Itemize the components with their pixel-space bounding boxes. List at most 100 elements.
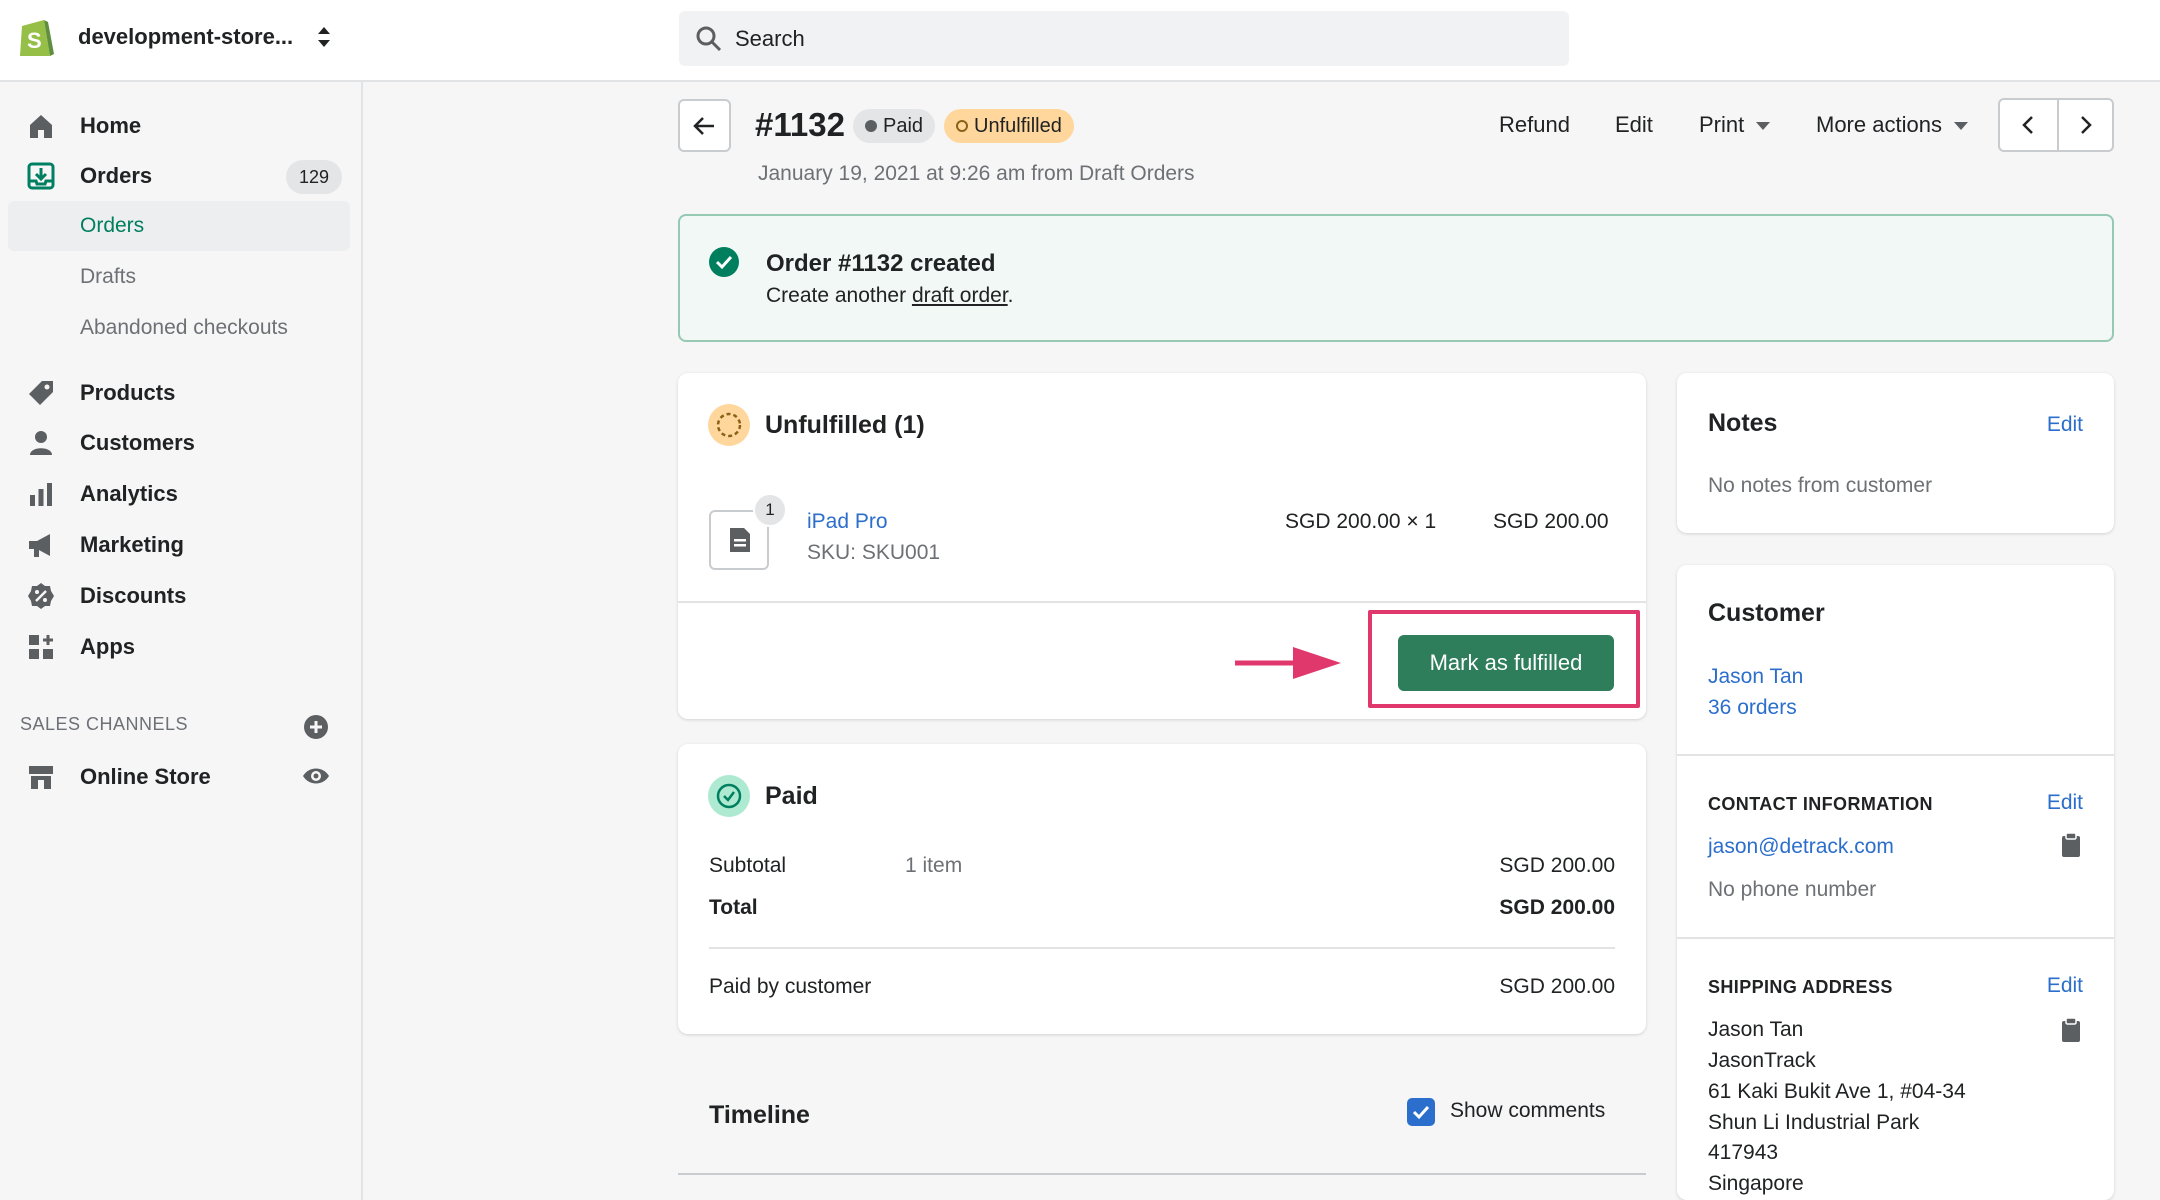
document-icon (730, 528, 750, 552)
store-icon (29, 766, 53, 789)
sidebar-item-customers[interactable]: Customers (0, 420, 363, 464)
customer-title: Customer (1708, 599, 1825, 627)
person-icon (30, 431, 52, 455)
address-line: 61 Kaki Bukit Ave 1, #04-34 (1708, 1080, 1966, 1103)
sidebar-item-analytics[interactable]: Analytics (0, 471, 363, 515)
customer-name-link[interactable]: Jason Tan (1708, 665, 1803, 689)
notes-edit-link[interactable]: Edit (2047, 413, 2083, 437)
show-comments-checkbox[interactable] (1407, 1098, 1435, 1126)
apps-icon (29, 635, 53, 659)
more-actions-dropdown[interactable]: More actions (1816, 112, 1968, 138)
unfulfilled-card: Unfulfilled (1) 1 iPad Pro SKU: SKU001 S… (678, 373, 1646, 719)
sidebar-item-label: Online Store (80, 764, 211, 789)
search-bar[interactable]: Search (679, 11, 1569, 66)
paid-dot-icon (865, 120, 877, 132)
card-divider (1677, 754, 2114, 756)
paid-card: Paid Subtotal 1 item SGD 200.00 Total SG… (678, 744, 1646, 1034)
unfulfilled-title: Unfulfilled (1) (765, 411, 925, 439)
view-online-store-eye-icon[interactable] (301, 763, 331, 789)
refund-button[interactable]: Refund (1499, 112, 1570, 138)
sidebar-item-label: Discounts (80, 583, 187, 608)
subtotal-label: Subtotal (709, 854, 787, 877)
paid-badge-label: Paid (883, 115, 924, 137)
edit-order-button[interactable]: Edit (1615, 112, 1653, 138)
store-switch-chevron-icon[interactable] (314, 22, 334, 52)
card-divider (709, 947, 1615, 949)
shipping-edit-link[interactable]: Edit (2047, 974, 2083, 998)
shipping-address-heading: SHIPPING ADDRESS (1708, 977, 1893, 997)
annotation-arrow-icon (1235, 647, 1341, 679)
add-sales-channel-icon[interactable] (302, 713, 330, 741)
more-actions-label: More actions (1816, 112, 1942, 137)
shopify-logo-icon[interactable]: S (16, 14, 56, 60)
show-comments-label[interactable]: Show comments (1450, 1099, 1605, 1123)
home-icon (30, 115, 52, 138)
sidebar-subitem-orders[interactable]: Orders (80, 214, 144, 238)
product-link[interactable]: iPad Pro (807, 510, 888, 534)
copy-clipboard-icon[interactable] (2060, 1017, 2082, 1043)
order-date-subtitle: January 19, 2021 at 9:26 am from Draft O… (758, 162, 1195, 185)
tag-icon (29, 381, 53, 405)
sidebar-item-label: Products (80, 380, 176, 405)
address-line: JasonTrack (1708, 1049, 1816, 1072)
sidebar-item-apps[interactable]: Apps (0, 624, 363, 668)
banner-title: Order #1132 created (766, 250, 996, 277)
customer-email-link[interactable]: jason@detrack.com (1708, 835, 1894, 859)
total-label: Total (709, 896, 758, 919)
arrow-left-icon (693, 117, 714, 135)
checkmark-icon (1412, 1105, 1430, 1120)
caret-down-icon (1756, 122, 1771, 131)
chevron-left-icon[interactable] (2018, 114, 2040, 136)
sales-channels-heading: SALES CHANNELS (20, 714, 189, 734)
customer-orders-link[interactable]: 36 orders (1708, 696, 1797, 720)
paid-title: Paid (765, 782, 818, 810)
order-pager (1998, 98, 2114, 152)
customer-phone: No phone number (1708, 878, 1877, 901)
back-button[interactable] (678, 99, 731, 152)
sidebar-subitem-drafts[interactable]: Drafts (80, 265, 136, 289)
notes-text: No notes from customer (1708, 474, 1933, 497)
unfulfilled-badge-label: Unfulfilled (974, 115, 1062, 137)
notes-card: Notes Edit No notes from customer (1677, 373, 2114, 533)
card-divider (678, 601, 1646, 603)
copy-clipboard-icon[interactable] (2060, 832, 2082, 858)
sidebar-item-marketing[interactable]: Marketing (0, 522, 363, 566)
address-line: Shun Li Industrial Park (1708, 1111, 1920, 1134)
unit-price: SGD 200.00 × 1 (1285, 510, 1437, 533)
chevron-right-icon[interactable] (2074, 114, 2096, 136)
item-quantity-badge: 1 (753, 493, 787, 527)
unfulfilled-status-icon (708, 404, 750, 446)
subtotal-value: SGD 200.00 (1499, 854, 1615, 877)
sidebar-active-highlight (8, 201, 350, 251)
svg-text:S: S (27, 28, 42, 53)
search-placeholder: Search (735, 26, 805, 51)
sidebar-item-discounts[interactable]: Discounts (0, 573, 363, 617)
sidebar-item-label: Home (80, 113, 142, 138)
contact-edit-link[interactable]: Edit (2047, 791, 2083, 815)
unfulfilled-ring-icon (956, 120, 968, 132)
customer-card: Customer Jason Tan 36 orders CONTACT INF… (1677, 565, 2114, 1200)
paid-by-customer-label: Paid by customer (709, 975, 872, 998)
orders-count-badge: 129 (286, 160, 342, 194)
store-name[interactable]: development-store... (78, 24, 293, 50)
sidebar-item-home[interactable]: Home (0, 103, 363, 147)
sidebar-item-label: Apps (80, 634, 135, 659)
sidebar-item-label: Orders (80, 163, 153, 188)
product-sku: SKU: SKU001 (807, 541, 941, 564)
bar-chart-icon (30, 483, 52, 506)
caret-down-icon (1953, 122, 1968, 131)
paid-status-badge: Paid (853, 109, 936, 143)
print-dropdown[interactable]: Print (1699, 112, 1771, 138)
paid-status-icon (708, 775, 750, 817)
sidebar-item-label: Marketing (80, 532, 184, 557)
draft-order-link[interactable]: draft order (912, 284, 1008, 307)
top-bar: S development-store... Search (0, 0, 2160, 82)
card-divider (1677, 937, 2114, 939)
mark-as-fulfilled-button[interactable]: Mark as fulfilled (1398, 635, 1614, 691)
unfulfilled-status-badge: Unfulfilled (944, 109, 1074, 143)
sidebar-subitem-abandoned-checkouts[interactable]: Abandoned checkouts (80, 316, 288, 340)
paid-by-customer-value: SGD 200.00 (1499, 975, 1615, 998)
search-icon (696, 26, 722, 52)
sidebar-item-products[interactable]: Products (0, 370, 363, 414)
address-line: 417943 (1708, 1141, 1779, 1164)
